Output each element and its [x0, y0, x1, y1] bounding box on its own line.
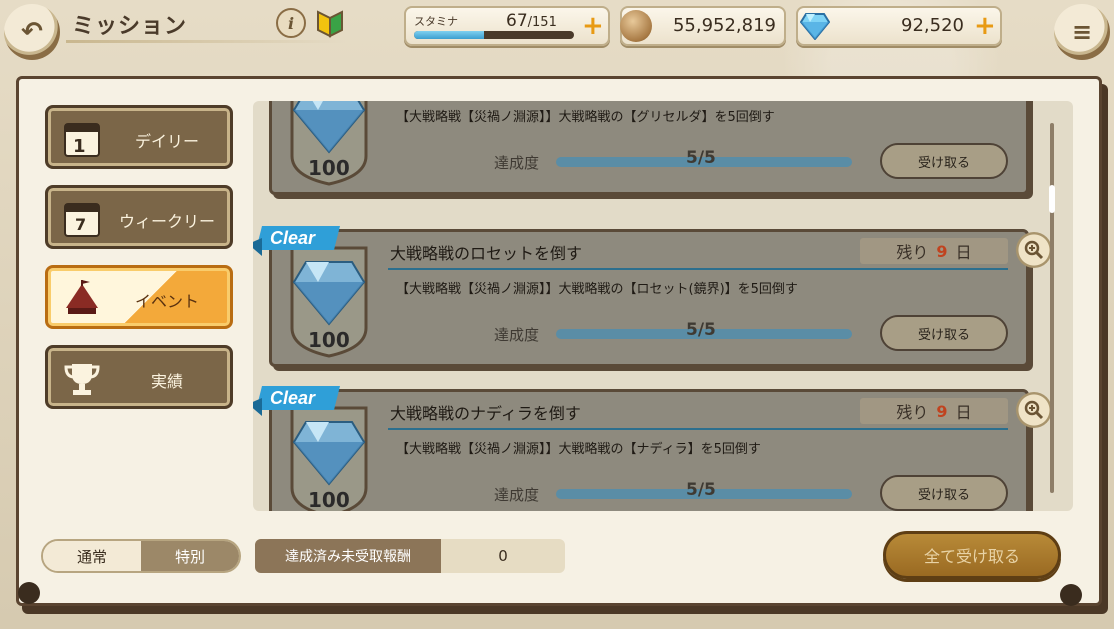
remaining-days: 残り 9 日 — [860, 398, 1008, 424]
reward-count: 100 — [308, 488, 350, 511]
divider — [388, 428, 1008, 430]
mission-panel: 1 デイリー 7 ウィークリー イベント 実績 100 【大戦略戦【災禍ノ淵源】… — [16, 76, 1102, 606]
progress-label: 達成度 — [494, 486, 540, 504]
mission-description: 【大戦略戦【災禍ノ淵源】】大戦略戦の【ロセット(鏡界)】を5回倒す — [396, 282, 798, 297]
mission-card: 100 大戦略戦のロセットを倒す 残り 9 日 【大戦略戦【災禍ノ淵源】】大戦略… — [253, 226, 1052, 367]
normal-special-toggle[interactable]: 通常 特別 — [41, 539, 241, 573]
clear-badge: Clear — [253, 386, 340, 416]
title-underline — [66, 40, 346, 43]
claim-button[interactable]: 受け取る — [880, 475, 1008, 511]
coin-icon — [620, 10, 652, 42]
unclaimed-value: 0 — [498, 547, 508, 565]
sidebar-item-daily[interactable]: 1 デイリー — [45, 105, 233, 169]
gear-ornament-icon — [1060, 584, 1082, 606]
progress-text: 5/5 — [686, 480, 716, 500]
gem-plus-button[interactable]: + — [974, 13, 996, 39]
remaining-unit: 日 — [955, 243, 972, 262]
coin-display: 55,952,819 — [620, 6, 786, 46]
hamburger-icon: ≡ — [1071, 18, 1093, 46]
gem-display: 92,520 + — [796, 6, 1002, 46]
sidebar-item-label: ウィークリー — [118, 212, 215, 231]
zoom-button[interactable] — [1016, 392, 1052, 428]
sidebar-item-label: 実績 — [150, 372, 183, 391]
reward-count: 100 — [308, 328, 350, 352]
remaining-days: 残り 9 日 — [860, 238, 1008, 264]
svg-text:1: 1 — [73, 136, 86, 157]
sidebar-item-label: イベント — [134, 292, 199, 311]
menu-button[interactable]: ≡ — [1054, 4, 1110, 60]
trophy-icon — [64, 364, 100, 395]
stamina-value: 67/151 — [506, 11, 557, 31]
progress-label: 達成度 — [494, 326, 540, 344]
event-tent-icon — [66, 280, 98, 314]
stamina-label: スタミナ — [414, 15, 458, 28]
sidebar-item-achievements[interactable]: 実績 — [45, 345, 233, 409]
info-icon[interactable]: i — [276, 8, 306, 38]
mission-list[interactable]: 100 【大戦略戦【災禍ノ淵源】】大戦略戦の【グリセルダ】を5回倒す 達成度 5… — [253, 101, 1073, 511]
back-button[interactable]: ↶ — [4, 4, 60, 60]
stamina-bar — [414, 31, 574, 39]
clear-label: Clear — [270, 388, 316, 408]
claim-all-button[interactable]: 全て受け取る — [883, 531, 1061, 579]
mission-description: 【大戦略戦【災禍ノ淵源】】大戦略戦の【ナディラ】を5回倒す — [396, 442, 761, 457]
claim-button[interactable]: 受け取る — [880, 143, 1008, 179]
scrollbar-thumb[interactable] — [1049, 185, 1055, 213]
stamina-plus-button[interactable]: + — [582, 13, 604, 39]
remaining-number: 9 — [936, 241, 948, 261]
sidebar-item-label: デイリー — [134, 132, 199, 151]
unclaimed-label: 達成済み未受取報酬 — [255, 539, 441, 573]
sidebar-item-event[interactable]: イベント — [45, 265, 233, 329]
remaining-number: 9 — [936, 401, 948, 421]
clear-label: Clear — [270, 228, 316, 248]
gear-ornament-icon — [18, 582, 40, 604]
remaining-prefix: 残り — [896, 403, 929, 422]
remaining-prefix: 残り — [896, 243, 929, 262]
divider — [388, 268, 1008, 270]
sidebar-item-weekly[interactable]: 7 ウィークリー — [45, 185, 233, 249]
toggle-special[interactable]: 特別 — [141, 541, 239, 571]
mission-description: 【大戦略戦【災禍ノ淵源】】大戦略戦の【グリセルダ】を5回倒す — [396, 110, 775, 125]
coin-value: 55,952,819 — [672, 15, 776, 36]
clear-badge: Clear — [253, 226, 340, 256]
mission-card: 100 【大戦略戦【災禍ノ淵源】】大戦略戦の【グリセルダ】を5回倒す 達成度 5… — [269, 101, 1029, 195]
beginner-leaf-icon[interactable] — [314, 8, 346, 38]
magnifier-icon — [1024, 240, 1044, 260]
reward-count: 100 — [308, 156, 350, 180]
progress-text: 5/5 — [686, 320, 716, 340]
unclaimed-rewards: 達成済み未受取報酬 0 — [255, 539, 565, 573]
page-title: ミッション — [72, 14, 188, 39]
claim-button[interactable]: 受け取る — [880, 315, 1008, 351]
stamina-max: /151 — [527, 15, 557, 30]
progress-text: 5/5 — [686, 148, 716, 168]
toggle-normal[interactable]: 通常 — [43, 541, 141, 571]
stamina-fill — [414, 31, 485, 39]
svg-text:7: 7 — [75, 215, 86, 234]
weekly-calendar-icon: 7 — [64, 203, 100, 237]
back-arrow-icon: ↶ — [21, 17, 43, 47]
scrollbar-track[interactable] — [1050, 123, 1054, 493]
stamina-display: スタミナ 67/151 + — [404, 6, 610, 46]
stamina-current: 67 — [506, 11, 528, 31]
zoom-button[interactable] — [1016, 232, 1052, 268]
mission-card: 100 大戦略戦のナディラを倒す 残り 9 日 【大戦略戦【災禍ノ淵源】】大戦略… — [253, 386, 1052, 511]
mission-title: 大戦略戦のナディラを倒す — [390, 404, 581, 423]
mission-title: 大戦略戦のロセットを倒す — [390, 244, 583, 263]
magnifier-icon — [1024, 400, 1044, 420]
diamond-icon — [800, 13, 830, 40]
gem-value: 92,520 — [901, 15, 964, 36]
daily-calendar-icon: 1 — [64, 123, 100, 157]
top-bar: ↶ ミッション i スタミナ 67/151 + 55,952,819 92,52… — [0, 0, 1114, 62]
remaining-unit: 日 — [955, 403, 972, 422]
progress-label: 達成度 — [494, 154, 540, 172]
